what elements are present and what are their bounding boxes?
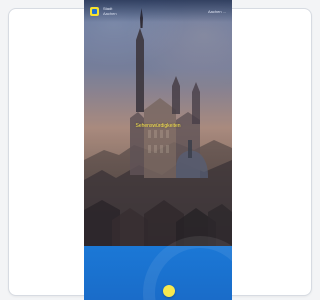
brand[interactable]: Stadt Aachen (90, 5, 117, 16)
brand-line-2: Aachen (103, 10, 117, 16)
brand-text: Stadt Aachen (103, 5, 117, 16)
top-right-text: Aachen ... (207, 8, 226, 14)
city-logo-icon (90, 6, 99, 16)
hero-headline: Sehenswürdigkeiten (135, 123, 181, 129)
phone-preview: Stadt Aachen Aachen ... Sehenswürdigkeit… (84, 0, 232, 300)
top-bar: Stadt Aachen Aachen ... (84, 0, 232, 22)
brand-line-1: Stadt (103, 5, 113, 11)
blue-footer (84, 236, 232, 300)
yellow-action-dot-icon[interactable] (163, 285, 175, 297)
